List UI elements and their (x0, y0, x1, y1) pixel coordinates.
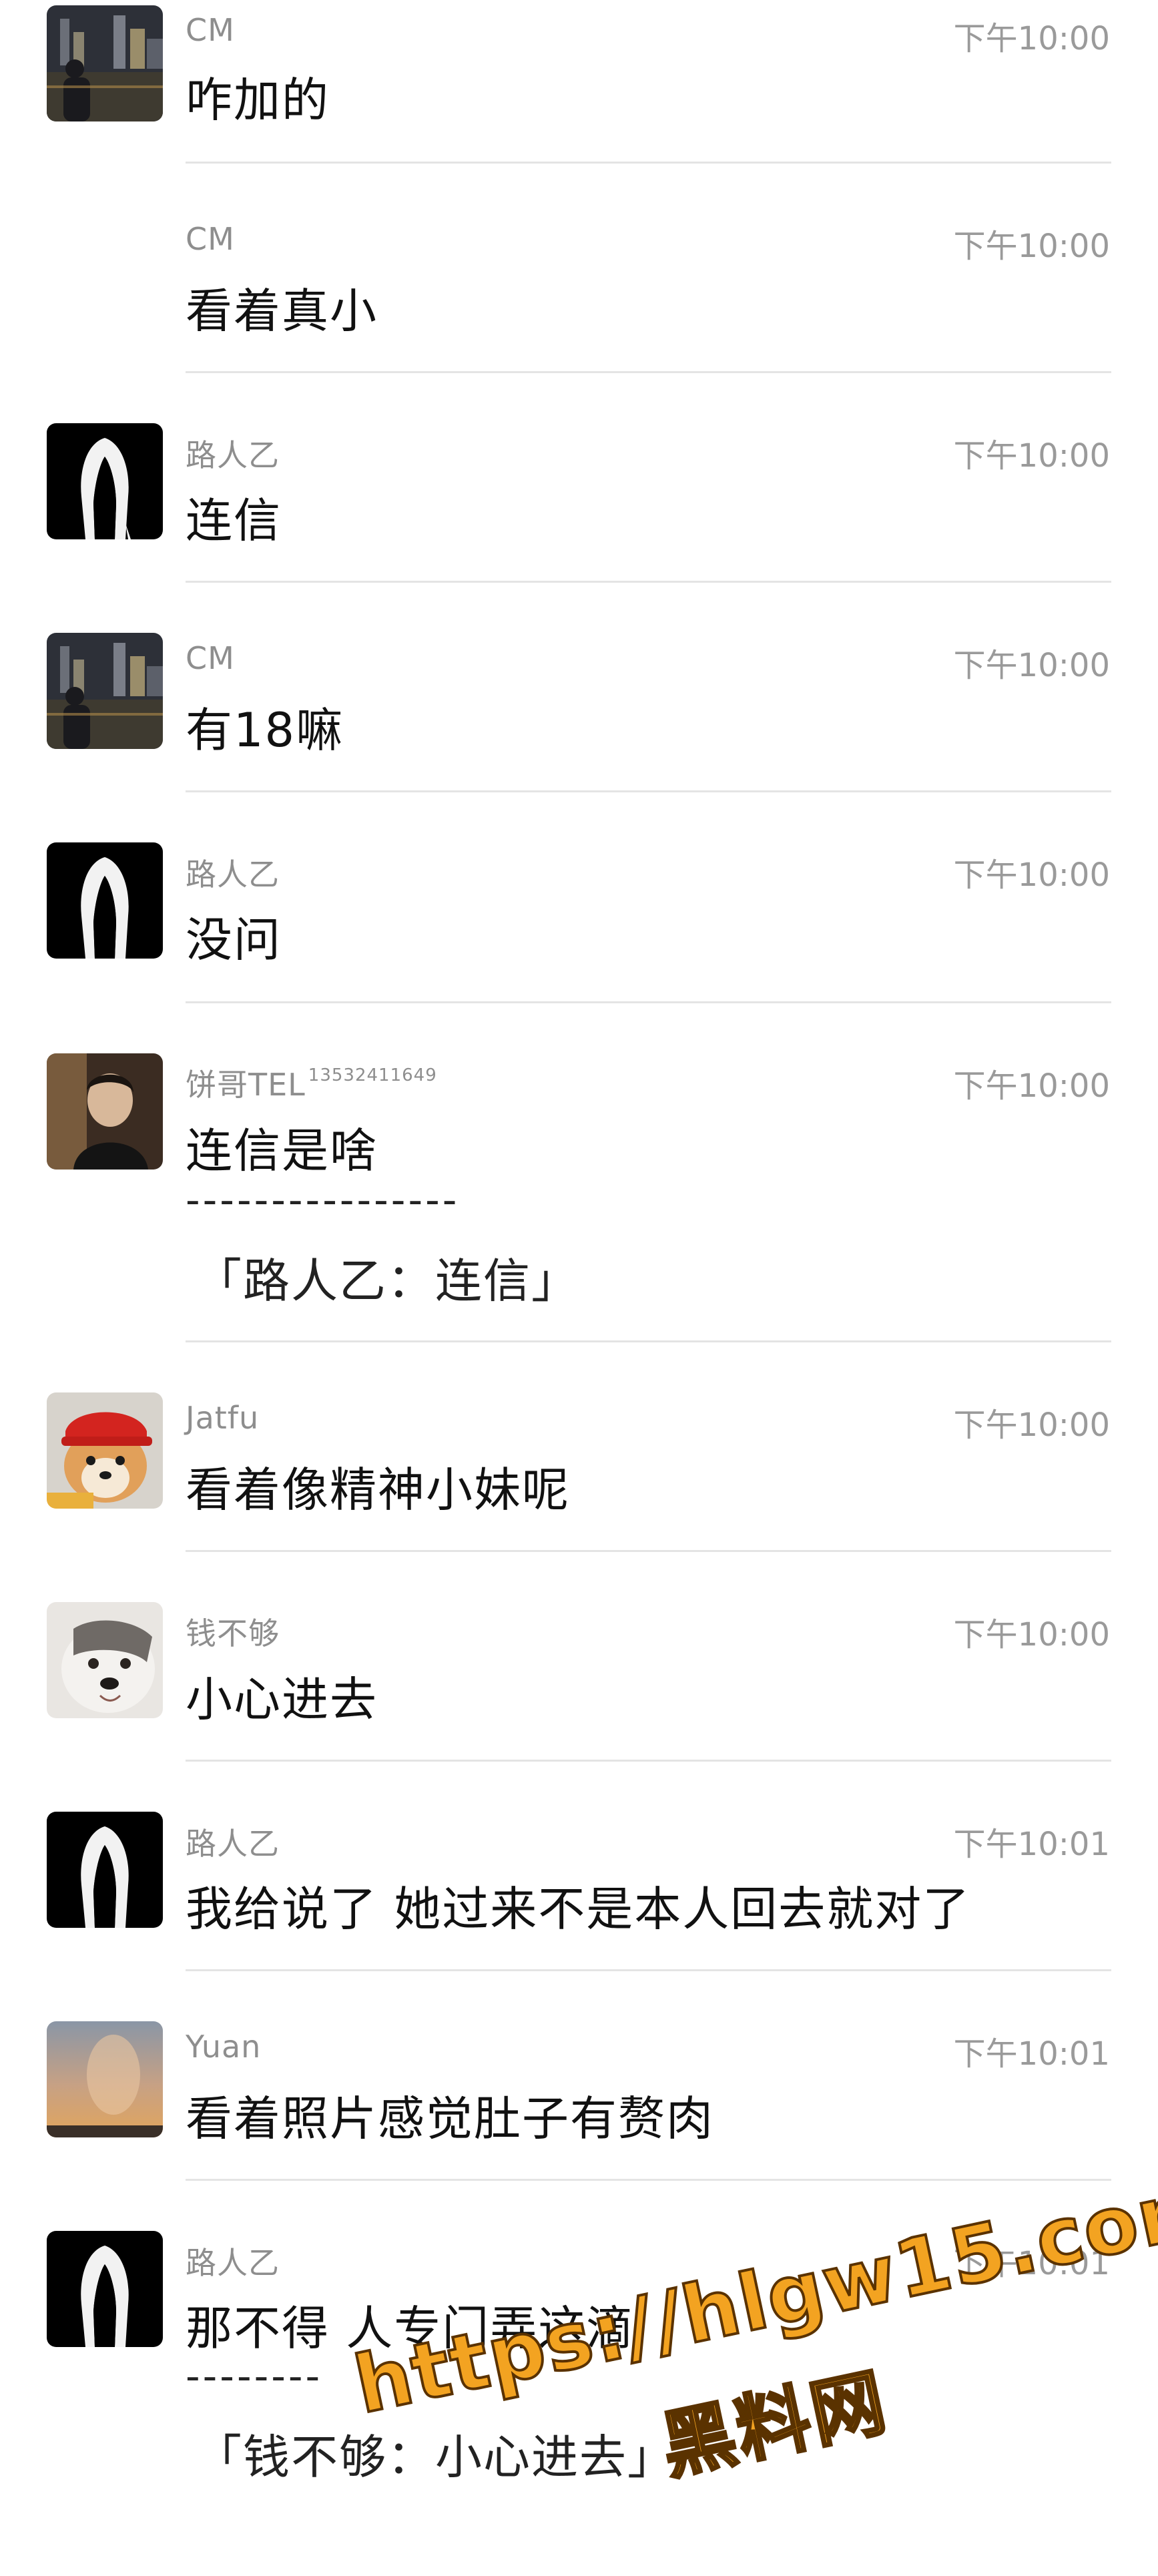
hooded-figure-avatar[interactable] (47, 842, 163, 959)
chat-message[interactable]: 路人乙 下午10:01 我给说了 她过来不是本人回去就对了 (0, 1762, 1158, 1971)
message-text: 我给说了 她过来不是本人回去就对了 (186, 1882, 971, 1937)
sender-name: 路人乙 (186, 2245, 280, 2281)
sender-name: 路人乙 (186, 856, 280, 892)
message-time: 下午10:00 (953, 228, 1110, 265)
hooded-figure-avatar[interactable] (47, 2231, 163, 2347)
chat-message[interactable]: 路人乙 下午10:00 没问 (0, 792, 1158, 1003)
chat-message-list: CM 下午10:00 咋加的 CM 下午10:00 看着真小 路人乙 下午10:… (0, 0, 1158, 2521)
message-text: 连信是啥 (186, 1123, 378, 1178)
hooded-figure-avatar[interactable] (47, 423, 163, 539)
shiba-dog-avatar[interactable] (47, 1392, 163, 1509)
chat-message[interactable]: CM 下午10:00 看着真小 (0, 164, 1158, 373)
chat-message[interactable]: Yuan 下午10:01 看着照片感觉肚子有赘肉 (0, 1971, 1158, 2181)
message-time: 下午10:00 (953, 856, 1110, 894)
man-portrait-avatar[interactable] (47, 1053, 163, 1170)
chat-message[interactable]: 钱不够 下午10:00 小心进去 (0, 1552, 1158, 1762)
message-text: 没问 (186, 913, 282, 967)
quoted-message: 「路人乙：连信」 (195, 1254, 579, 1308)
message-time: 下午10:00 (953, 647, 1110, 684)
sender-name: CM (186, 12, 235, 48)
sender-phone: 13532411649 (308, 1065, 437, 1085)
message-text: 看着照片感觉肚子有赘肉 (186, 2091, 714, 2146)
message-text: 看着真小 (186, 284, 378, 338)
message-time: 下午10:01 (953, 2035, 1110, 2073)
sender-name-text: 饼哥TEL (186, 1067, 306, 1103)
message-text: 那不得 人专门弄这滴 (186, 2301, 635, 2356)
message-text: 咋加的 (186, 73, 330, 127)
quote-divider: -------- (186, 2353, 323, 2400)
chat-message[interactable]: 路人乙 下午10:01 那不得 人专门弄这滴 -------- 「钱不够：小心进… (0, 2181, 1158, 2521)
chat-message[interactable]: CM 下午10:00 咋加的 (0, 0, 1158, 164)
message-text: 看着像精神小妹呢 (186, 1463, 570, 1517)
message-time: 下午10:00 (953, 437, 1110, 475)
sunset-sky-avatar[interactable] (47, 2021, 163, 2137)
message-time: 下午10:01 (953, 1826, 1110, 1863)
message-text: 有18嘛 (186, 703, 344, 758)
chat-message[interactable]: Jatfu 下午10:00 看着像精神小妹呢 (0, 1342, 1158, 1552)
city-night-avatar[interactable] (47, 5, 163, 121)
sender-name: 饼哥TEL 13532411649 (186, 1061, 437, 1105)
sender-name: 路人乙 (186, 437, 280, 473)
quote-divider: ---------------- (186, 1177, 460, 1224)
message-time: 下午10:00 (953, 1406, 1110, 1444)
message-time: 下午10:01 (953, 2245, 1110, 2282)
chat-message[interactable]: 路人乙 下午10:00 连信 (0, 373, 1158, 583)
quoted-message: 「钱不够：小心进去」 (195, 2430, 675, 2485)
message-text: 小心进去 (186, 1672, 378, 1727)
sender-name: 钱不够 (186, 1615, 280, 1651)
message-text: 连信 (186, 493, 282, 548)
message-time: 下午10:00 (953, 20, 1110, 57)
sender-name: CM (186, 221, 235, 257)
sender-name: 路人乙 (186, 1826, 280, 1862)
chat-message[interactable]: CM 下午10:00 有18嘛 (0, 583, 1158, 792)
chat-message[interactable]: 饼哥TEL 13532411649 下午10:00 连信是啥 ----------… (0, 1003, 1158, 1342)
city-night-avatar[interactable] (47, 633, 163, 749)
sender-name: Jatfu (186, 1400, 260, 1436)
sender-name: CM (186, 640, 235, 676)
husky-dog-avatar[interactable] (47, 1602, 163, 1718)
hooded-figure-avatar[interactable] (47, 1812, 163, 1928)
sender-name: Yuan (186, 2029, 262, 2065)
message-time: 下午10:00 (953, 1067, 1110, 1105)
message-time: 下午10:00 (953, 1616, 1110, 1653)
